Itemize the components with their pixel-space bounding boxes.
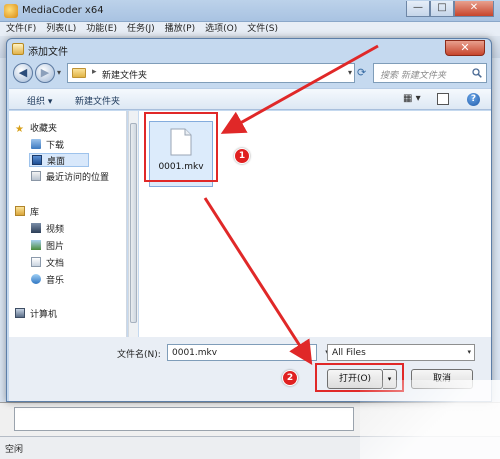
documents-icon bbox=[31, 257, 41, 267]
organize-button[interactable]: 组织 ▾ bbox=[27, 94, 52, 107]
app-title: MediaCoder x64 bbox=[22, 5, 104, 16]
nav-item-label: 视频 bbox=[46, 225, 65, 235]
filename-label: 文件名(N): bbox=[117, 350, 161, 360]
menu-task[interactable]: 任务(J) bbox=[127, 22, 155, 36]
nav-item-recent-places[interactable]: 最近访问的位置 bbox=[31, 170, 109, 184]
nav-computer[interactable]: 计算机 bbox=[15, 307, 57, 321]
library-icon bbox=[15, 206, 25, 216]
help-icon[interactable]: ? bbox=[467, 93, 480, 106]
nav-item-downloads[interactable]: 下载 bbox=[31, 138, 64, 152]
nav-item-label: 图片 bbox=[46, 242, 65, 252]
filetype-select[interactable]: All Files ▾ bbox=[327, 344, 475, 361]
forward-button[interactable]: ▶ bbox=[35, 63, 55, 83]
annotation-highlight-file bbox=[144, 112, 218, 182]
downloads-icon bbox=[31, 139, 41, 149]
search-input[interactable]: 搜索 新建文件夹 bbox=[373, 63, 487, 83]
search-placeholder: 搜索 新建文件夹 bbox=[380, 71, 446, 81]
window-controls: — □ ✕ bbox=[406, 1, 494, 17]
dialog-folder-icon bbox=[12, 43, 24, 55]
filetype-value: All Files bbox=[332, 348, 366, 358]
status-text: 空闲 bbox=[5, 445, 24, 455]
dialog-titlebar: 添加文件 ✕ bbox=[7, 39, 491, 59]
star-icon: ★ bbox=[15, 124, 24, 135]
breadcrumb-current-folder[interactable]: 新建文件夹 bbox=[102, 68, 147, 81]
nav-item-pictures[interactable]: 图片 bbox=[31, 239, 64, 253]
nav-item-label: 音乐 bbox=[46, 276, 65, 286]
menu-options[interactable]: 选项(O) bbox=[205, 22, 237, 36]
new-folder-button[interactable]: 新建文件夹 bbox=[75, 94, 120, 107]
search-icon bbox=[472, 68, 482, 78]
menu-list[interactable]: 列表(L) bbox=[46, 22, 76, 36]
app-titlebar: MediaCoder x64 — □ ✕ bbox=[0, 0, 500, 22]
filetype-dropdown-icon: ▾ bbox=[467, 348, 471, 356]
watermark-overlay bbox=[360, 380, 500, 459]
menu-play[interactable]: 播放(P) bbox=[165, 22, 195, 36]
music-icon bbox=[31, 274, 41, 284]
address-bar[interactable]: ▸ 新建文件夹 ▾ bbox=[67, 63, 355, 83]
refresh-icon[interactable]: ⟳ bbox=[357, 63, 371, 83]
pictures-icon bbox=[31, 240, 41, 250]
address-dropdown-icon[interactable]: ▾ bbox=[348, 68, 352, 77]
maximize-button[interactable]: □ bbox=[430, 1, 454, 17]
step-badge-2: 2 bbox=[282, 370, 298, 386]
app-menubar: 文件(F) 列表(L) 功能(E) 任务(J) 播放(P) 选项(O) 文件(S… bbox=[0, 22, 500, 36]
folder-icon bbox=[72, 68, 86, 78]
nav-favorites[interactable]: ★ 收藏夹 bbox=[15, 121, 57, 135]
filename-input[interactable]: 0001.mkv bbox=[167, 344, 317, 361]
menu-function[interactable]: 功能(E) bbox=[86, 22, 117, 36]
navigation-pane: ★ 收藏夹 下载 桌面 最近访问的位置 库 视频 图片 文档 音乐 计算机 bbox=[9, 111, 127, 337]
preview-pane-icon[interactable] bbox=[437, 93, 449, 105]
command-bar: 组织 ▾ 新建文件夹 ▦ ▾ ? bbox=[9, 88, 491, 110]
back-button[interactable]: ◀ bbox=[13, 63, 33, 83]
menu-support[interactable]: 文件(S) bbox=[247, 22, 278, 36]
nav-item-documents[interactable]: 文档 bbox=[31, 256, 64, 270]
minimize-button[interactable]: — bbox=[406, 1, 430, 17]
nav-libraries[interactable]: 库 bbox=[15, 205, 39, 219]
dialog-close-button[interactable]: ✕ bbox=[445, 40, 485, 56]
nav-item-label: 文档 bbox=[46, 259, 65, 269]
nav-item-desktop[interactable]: 桌面 bbox=[29, 153, 89, 167]
recent-places-icon bbox=[31, 171, 41, 181]
nav-item-videos[interactable]: 视频 bbox=[31, 222, 64, 236]
nav-item-label: 桌面 bbox=[47, 157, 66, 167]
nav-item-label: 最近访问的位置 bbox=[46, 173, 110, 183]
scrollbar-thumb[interactable] bbox=[130, 123, 137, 323]
app-info-panel bbox=[14, 407, 354, 431]
nav-favorites-label: 收藏夹 bbox=[30, 124, 58, 134]
dialog-title: 添加文件 bbox=[28, 47, 68, 58]
filename-value: 0001.mkv bbox=[172, 348, 218, 358]
history-dropdown-icon[interactable]: ▾ bbox=[57, 68, 61, 77]
close-window-button[interactable]: ✕ bbox=[454, 1, 494, 17]
desktop-icon bbox=[32, 155, 42, 165]
add-file-dialog: 添加文件 ✕ ◀ ▶ ▾ ▸ 新建文件夹 ▾ ⟳ 搜索 新建文件夹 组织 ▾ 新… bbox=[6, 38, 492, 402]
menu-file[interactable]: 文件(F) bbox=[6, 22, 36, 36]
nav-item-music[interactable]: 音乐 bbox=[31, 273, 64, 287]
navigation-scrollbar[interactable] bbox=[128, 111, 138, 337]
nav-item-label: 下载 bbox=[46, 141, 65, 151]
nav-libraries-label: 库 bbox=[30, 208, 40, 218]
breadcrumb-separator[interactable]: ▸ bbox=[92, 67, 97, 77]
view-options-icon[interactable]: ▦ ▾ bbox=[403, 93, 427, 106]
nav-computer-label: 计算机 bbox=[30, 310, 58, 320]
app-logo-icon bbox=[4, 4, 18, 18]
step-badge-1: 1 bbox=[234, 148, 250, 164]
computer-icon bbox=[15, 308, 25, 318]
video-icon bbox=[31, 223, 41, 233]
navigation-row: ◀ ▶ ▾ ▸ 新建文件夹 ▾ ⟳ 搜索 新建文件夹 bbox=[11, 62, 489, 86]
